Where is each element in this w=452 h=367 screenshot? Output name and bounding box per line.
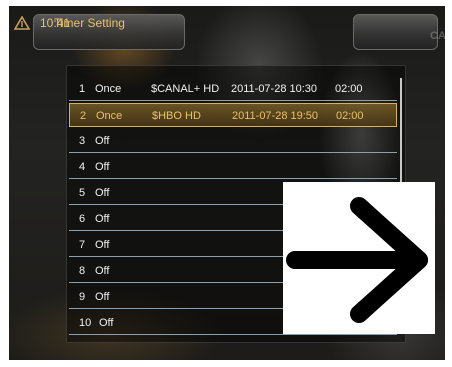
timer-mode: Off xyxy=(95,239,110,251)
timer-number: 10 xyxy=(79,317,92,329)
timer-number: 1 xyxy=(79,83,86,95)
timer-mode: Off xyxy=(95,187,110,199)
timer-datetime: 2011-07-28 10:30 xyxy=(231,83,318,95)
timer-row[interactable]: 4 Off xyxy=(69,155,397,179)
right-arrow-icon xyxy=(283,182,435,334)
clock-panel xyxy=(353,14,438,50)
timer-number: 6 xyxy=(79,213,86,225)
timer-mode: Off xyxy=(99,317,114,329)
timer-mode: Off xyxy=(95,265,110,277)
timer-number: 7 xyxy=(79,239,86,251)
timer-number: 8 xyxy=(79,265,86,277)
channel-logo-overlay: CANAL+ xyxy=(430,30,445,42)
timer-mode: Off xyxy=(95,161,110,173)
tv-screen: Timer Setting 10:41 CANAL+ 1Once$CANAL+ … xyxy=(9,6,445,360)
timer-number: 2 xyxy=(80,110,87,122)
timer-mode: Off xyxy=(95,291,110,303)
timer-number: 5 xyxy=(79,187,86,199)
brand-logo-icon xyxy=(13,15,31,32)
timer-mode: Off xyxy=(95,135,110,147)
timer-row[interactable]: 3 Off xyxy=(69,129,397,153)
timer-duration: 02:00 xyxy=(336,110,364,122)
timer-mode: Off xyxy=(95,213,110,225)
timer-row[interactable]: 2 Once $HBO HD 2011-07-28 19:50 02:00 xyxy=(69,103,397,127)
clock-time: 10:41 xyxy=(40,16,71,30)
timer-channel: $HBO HD xyxy=(152,110,201,122)
timer-number: 9 xyxy=(79,291,86,303)
timer-number: 3 xyxy=(79,135,86,147)
timer-duration: 02:00 xyxy=(335,83,363,95)
timer-mode: Once xyxy=(96,110,123,122)
timer-number: 4 xyxy=(79,161,86,173)
timer-row[interactable]: 1 Once $CANAL+ HD 2011-07-28 10:30 02:00 xyxy=(69,77,397,101)
timer-mode: Once xyxy=(95,83,122,95)
timer-datetime: 2011-07-28 19:50 xyxy=(232,110,319,122)
timer-channel: $CANAL+ HD xyxy=(151,83,220,95)
